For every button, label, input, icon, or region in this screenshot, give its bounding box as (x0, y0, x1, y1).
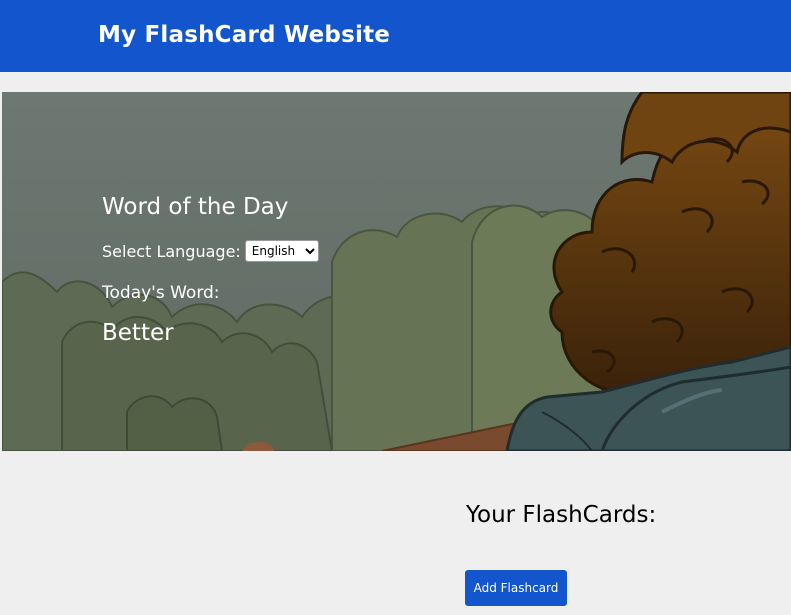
language-row: Select Language: English (102, 240, 319, 262)
site-header: My FlashCard Website (0, 0, 791, 72)
flashcards-heading: Your FlashCards: (466, 502, 657, 528)
todays-word-label: Today's Word: (102, 283, 220, 303)
todays-word-value: Better (102, 320, 174, 346)
language-select[interactable]: English (244, 240, 319, 262)
add-flashcard-button[interactable]: Add Flashcard (465, 570, 567, 606)
site-title: My FlashCard Website (98, 22, 391, 48)
language-label: Select Language: (102, 241, 241, 261)
word-of-day-title: Word of the Day (102, 194, 289, 220)
word-of-day-hero: Word of the Day Select Language: English… (2, 92, 791, 451)
hero-background-illustration (2, 92, 791, 451)
